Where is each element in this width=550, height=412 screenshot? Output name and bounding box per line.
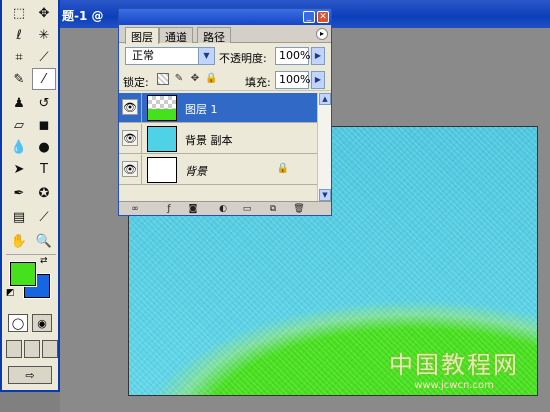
mask-icon[interactable]: ◙ bbox=[187, 203, 199, 215]
jump-to-imageready-button[interactable]: ⇨ bbox=[8, 366, 52, 384]
close-button[interactable]: ✕ bbox=[317, 11, 329, 23]
dodge-icon[interactable]: ● bbox=[32, 136, 56, 158]
document-title: 题-1 @ bbox=[62, 9, 104, 23]
blur-icon[interactable]: 💧 bbox=[7, 136, 31, 158]
eyedropper-icon[interactable]: ⟋ bbox=[32, 206, 56, 228]
hand-icon[interactable]: ✋ bbox=[7, 230, 31, 252]
blend-mode-select[interactable]: 正常 ▼ bbox=[125, 47, 215, 65]
toolbox-divider bbox=[6, 254, 56, 255]
watermark-text: 中国教程网 bbox=[389, 351, 519, 379]
minimize-button[interactable]: _ bbox=[303, 11, 315, 23]
screen-mode-full-menu[interactable] bbox=[24, 340, 40, 358]
layer-name: 背景 副本 bbox=[185, 134, 233, 147]
shape-icon[interactable]: ✪ bbox=[32, 182, 56, 204]
link-column bbox=[141, 93, 142, 123]
opacity-label: 不透明度: bbox=[219, 52, 267, 65]
quick-mask-button[interactable]: ◉ bbox=[32, 314, 52, 332]
scroll-up-icon[interactable]: ▲ bbox=[319, 93, 331, 105]
layer-thumbnail bbox=[147, 157, 177, 183]
link-column bbox=[141, 124, 142, 154]
pen-icon[interactable]: ✒ bbox=[7, 182, 31, 204]
opacity-input[interactable]: 100% bbox=[275, 47, 310, 65]
layer-thumbnail bbox=[147, 126, 177, 152]
lock-fill-row: 锁定: ✎ ✥ 🔒 填充: 100% ▶ bbox=[119, 69, 331, 91]
scroll-down-icon[interactable]: ▼ bbox=[319, 189, 331, 201]
blend-mode-value: 正常 bbox=[132, 49, 154, 62]
palette-footer: ∞ ƒ ◙ ◐ ▭ ⧉ 🗑 bbox=[119, 201, 331, 215]
standard-mode-icon: ◯ bbox=[11, 316, 25, 330]
tab-layers[interactable]: 图层 bbox=[125, 27, 159, 44]
lock-position-icon[interactable]: ✥ bbox=[189, 73, 201, 85]
layers-palette: _ ✕ 图层 通道 路径 ▸ 正常 ▼ 不透明度: 100% ▶ 锁定: ✎ ✥… bbox=[118, 8, 332, 216]
layer-style-icon[interactable]: ƒ bbox=[163, 203, 175, 215]
eye-icon[interactable]: 👁 bbox=[122, 99, 138, 115]
layer-name: 图层 1 bbox=[185, 103, 218, 116]
move-icon[interactable]: ✥ bbox=[32, 2, 56, 24]
default-colors-icon[interactable]: ◩ bbox=[6, 288, 15, 298]
imageready-icon: ⇨ bbox=[25, 368, 35, 382]
type-icon[interactable]: T bbox=[32, 158, 56, 180]
standard-mode-button[interactable]: ◯ bbox=[8, 314, 28, 332]
fill-slider-arrow[interactable]: ▶ bbox=[311, 71, 325, 89]
trash-icon[interactable]: 🗑 bbox=[293, 203, 305, 215]
tab-channels[interactable]: 通道 bbox=[159, 27, 193, 44]
clone-stamp-icon[interactable]: ♟ bbox=[7, 92, 31, 114]
layer-row-background-copy[interactable]: 👁 背景 副本 bbox=[119, 124, 317, 154]
layers-list: 👁 图层 1 👁 背景 副本 👁 背景 🔒 bbox=[119, 93, 317, 201]
gradient-icon[interactable]: ◼ bbox=[32, 114, 56, 136]
lock-image-icon[interactable]: ✎ bbox=[173, 73, 185, 85]
palette-titlebar[interactable]: _ ✕ bbox=[119, 9, 331, 25]
opacity-slider-arrow[interactable]: ▶ bbox=[311, 47, 325, 65]
watermark-url: www.jcwcn.com bbox=[414, 380, 494, 391]
foreground-color-swatch[interactable] bbox=[9, 261, 37, 287]
magic-wand-icon[interactable]: ✳ bbox=[32, 24, 56, 46]
link-column bbox=[141, 155, 142, 185]
screen-mode-full[interactable] bbox=[42, 340, 58, 358]
history-brush-icon[interactable]: ↺ bbox=[32, 92, 56, 114]
lock-label: 锁定: bbox=[123, 76, 149, 89]
brush-icon[interactable]: ⁄ bbox=[32, 68, 56, 90]
zoom-icon[interactable]: 🔍 bbox=[32, 230, 56, 252]
screen-mode-standard[interactable] bbox=[6, 340, 22, 358]
layer-thumbnail bbox=[147, 95, 177, 121]
layer-row-background[interactable]: 👁 背景 🔒 bbox=[119, 155, 317, 185]
eye-icon[interactable]: 👁 bbox=[122, 161, 138, 177]
notes-icon[interactable]: ▤ bbox=[7, 206, 31, 228]
healing-brush-icon[interactable]: ✎ bbox=[7, 68, 31, 90]
eye-icon[interactable]: 👁 bbox=[122, 130, 138, 146]
crop-icon[interactable]: ⌗ bbox=[7, 46, 31, 68]
quick-mask-icon: ◉ bbox=[37, 316, 47, 330]
marquee-icon[interactable]: ⬚ bbox=[7, 2, 31, 24]
eraser-icon[interactable]: ▱ bbox=[7, 114, 31, 136]
tab-paths[interactable]: 路径 bbox=[197, 27, 231, 44]
fill-label: 填充: bbox=[245, 76, 271, 89]
palette-menu-icon[interactable]: ▸ bbox=[316, 28, 328, 40]
fill-input[interactable]: 100% bbox=[275, 71, 310, 89]
link-icon[interactable]: ∞ bbox=[129, 203, 141, 215]
swap-colors-icon[interactable]: ⇄ bbox=[40, 256, 48, 266]
chevron-down-icon: ▼ bbox=[198, 48, 214, 64]
layer-row-layer1[interactable]: 👁 图层 1 bbox=[119, 93, 317, 123]
blend-opacity-row: 正常 ▼ 不透明度: 100% ▶ bbox=[119, 45, 331, 67]
lock-all-icon[interactable]: 🔒 bbox=[205, 73, 217, 85]
folder-icon[interactable]: ▭ bbox=[241, 203, 253, 215]
lasso-icon[interactable]: ℓ bbox=[7, 24, 31, 46]
palette-tabs: 图层 通道 路径 ▸ bbox=[119, 25, 331, 44]
lock-icon: 🔒 bbox=[276, 163, 289, 174]
new-layer-icon[interactable]: ⧉ bbox=[267, 203, 279, 215]
watermark: 中国教程网 www.jcwcn.com bbox=[389, 345, 519, 391]
toolbox: ⬚ ✥ ℓ ✳ ⌗ ⟋ ✎ ⁄ ♟ ↺ ▱ ◼ 💧 ● ➤ T ✒ ✪ ▤ ⟋ ✋ 🔍 ⇄ ◩ ◯ ◉ ⇨ bbox=[0, 0, 60, 392]
lock-transparency-icon[interactable] bbox=[157, 73, 169, 85]
path-select-icon[interactable]: ➤ bbox=[7, 158, 31, 180]
adjustment-icon[interactable]: ◐ bbox=[217, 203, 229, 215]
slice-icon[interactable]: ⟋ bbox=[32, 46, 56, 68]
layers-scrollbar[interactable]: ▲ ▼ bbox=[317, 93, 331, 201]
layer-name: 背景 bbox=[185, 165, 207, 178]
